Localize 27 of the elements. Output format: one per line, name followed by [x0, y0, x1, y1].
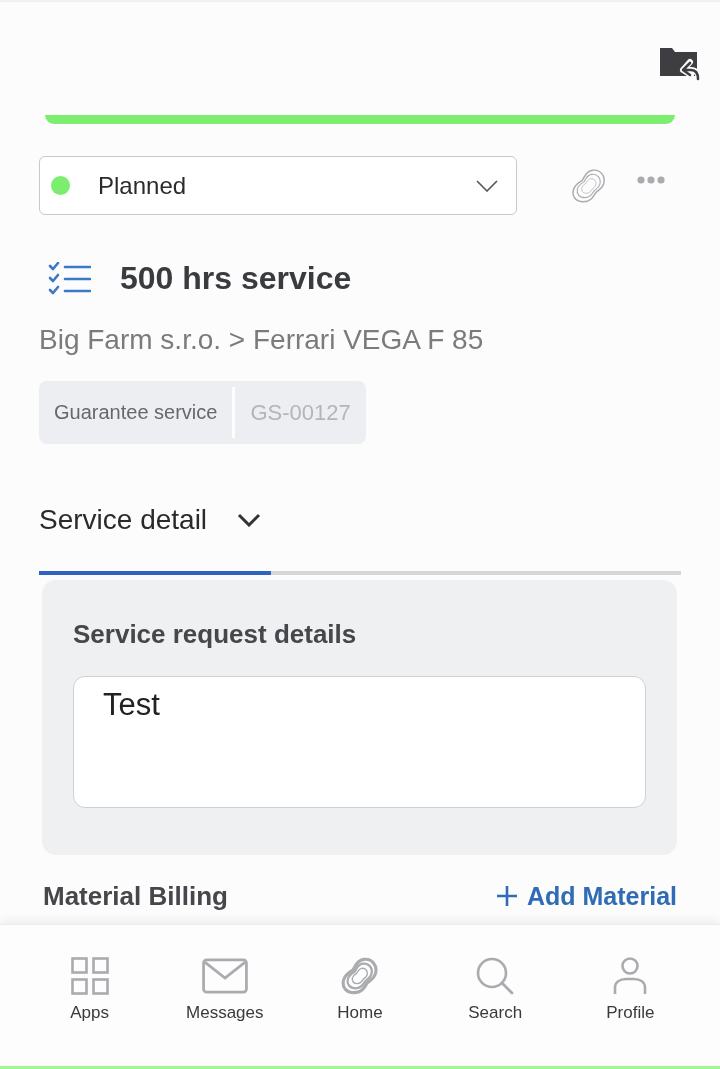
status-dropdown[interactable]: Planned — [39, 156, 517, 215]
checklist-icon — [48, 261, 91, 295]
work-order-title: 500 hrs service — [120, 259, 352, 298]
nav-button[interactable]: Apps — [29, 925, 150, 1066]
section-tab[interactable]: Service detail — [39, 490, 272, 575]
service-type-label: Guarantee service — [53, 400, 219, 425]
more-icon[interactable] — [637, 175, 665, 184]
blob-logo-icon[interactable] — [571, 167, 607, 204]
text-area-field[interactable]: Test — [73, 676, 646, 808]
nav-button[interactable]: Home — [299, 925, 420, 1066]
add-material-link[interactable]: Add Material — [496, 881, 677, 911]
blob-logo-icon — [340, 957, 379, 995]
plus-icon — [496, 886, 517, 906]
chevron-down-icon — [237, 513, 262, 527]
breadcrumb-text: Big Farm s.r.o. > Ferrari VEGA F 85 — [39, 323, 484, 357]
status-dot-icon — [51, 176, 70, 195]
order-number-label: GS-00127 — [249, 398, 352, 427]
nav-button[interactable]: Search — [435, 925, 556, 1066]
chevron-down-icon — [476, 179, 498, 192]
folder-arrow-icon[interactable] — [659, 45, 700, 82]
section-heading: Material Billing — [43, 880, 228, 912]
search-icon — [476, 957, 515, 995]
envelope-icon — [201, 957, 248, 995]
grid-icon — [70, 957, 109, 995]
card-heading: Service request details — [73, 618, 358, 651]
nav-button[interactable]: Profile — [570, 925, 691, 1066]
nav-button[interactable]: Messages — [164, 925, 285, 1066]
